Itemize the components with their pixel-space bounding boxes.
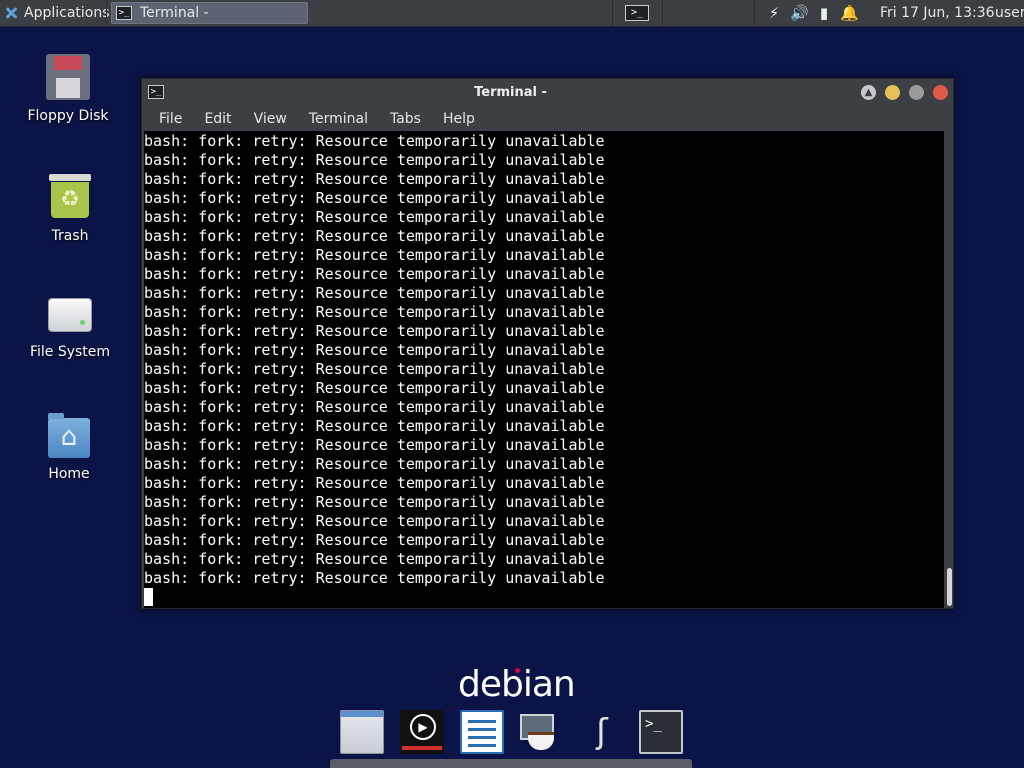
- terminal-line: bash: fork: retry: Resource temporarily …: [144, 379, 605, 397]
- menu-edit[interactable]: Edit: [182, 111, 231, 127]
- panel-separator: [662, 0, 663, 26]
- writer-icon[interactable]: [460, 710, 504, 754]
- desktop-icon-label: File System: [29, 344, 111, 360]
- terminal-line: bash: fork: retry: Resource temporarily …: [144, 417, 605, 435]
- system-tray: ⚡ 🔊 ▮ 🔔: [765, 0, 859, 26]
- terminal-line: bash: fork: retry: Resource temporarily …: [144, 303, 605, 321]
- terminal-icon[interactable]: >_: [639, 710, 683, 754]
- top-panel: Applications >_ Terminal - >_ ⚡ 🔊 ▮ 🔔 Fr…: [0, 0, 1024, 27]
- java-icon[interactable]: [518, 710, 562, 754]
- terminal-line: bash: fork: retry: Resource temporarily …: [144, 208, 605, 226]
- window-titlebar[interactable]: >_ Terminal - ▲: [142, 79, 953, 106]
- debian-logo-dot: [515, 668, 520, 673]
- terminal-line: bash: fork: retry: Resource temporarily …: [144, 360, 605, 378]
- desktop-icon-file-system[interactable]: File System: [15, 290, 125, 360]
- terminal-line: bash: fork: retry: Resource temporarily …: [144, 341, 605, 359]
- home-folder-icon: [48, 413, 90, 458]
- terminal-line: bash: fork: retry: Resource temporarily …: [144, 265, 605, 283]
- menu-file[interactable]: File: [142, 111, 182, 127]
- pin-icon[interactable]: ʃ: [580, 710, 624, 754]
- desktop-icon-trash[interactable]: Trash: [15, 174, 125, 244]
- notification-bell-icon[interactable]: 🔔: [840, 4, 859, 22]
- desktop-icon-home[interactable]: Home: [14, 413, 124, 482]
- terminal-line: bash: fork: retry: Resource temporarily …: [144, 227, 605, 245]
- xfce-logo-icon: [4, 6, 18, 20]
- dock-bar: [330, 759, 692, 768]
- panel-separator: [754, 0, 755, 26]
- menu-view[interactable]: View: [232, 111, 287, 127]
- terminal-line: bash: fork: retry: Resource temporarily …: [144, 474, 605, 492]
- desktop-icon-floppy-disk[interactable]: Floppy Disk: [13, 54, 123, 124]
- shade-button[interactable]: ▲: [861, 85, 876, 100]
- trash-icon: [49, 174, 91, 220]
- clock[interactable]: Fri 17 Jun, 13:36: [880, 0, 995, 26]
- drive-icon: [48, 298, 92, 332]
- applications-menu[interactable]: Applications: [0, 0, 114, 26]
- network-icon[interactable]: ⚡: [765, 4, 783, 22]
- terminal-line: bash: fork: retry: Resource temporarily …: [144, 398, 605, 416]
- terminal-line: bash: fork: retry: Resource temporarily …: [144, 170, 605, 188]
- media-player-icon[interactable]: [400, 710, 444, 754]
- terminal-line: bash: fork: retry: Resource temporarily …: [144, 569, 605, 587]
- menu-help[interactable]: Help: [421, 111, 475, 127]
- applications-label: Applications: [24, 5, 110, 21]
- battery-icon[interactable]: ▮: [815, 4, 833, 22]
- terminal-cursor: [144, 588, 153, 606]
- taskbar-button-terminal[interactable]: >_ Terminal -: [111, 2, 308, 24]
- desktop-icon-label: Home: [48, 466, 90, 482]
- floppy-disk-icon: [46, 54, 90, 100]
- terminal-line: bash: fork: retry: Resource temporarily …: [144, 493, 605, 511]
- terminal-icon: >_: [116, 6, 132, 20]
- terminal-line: bash: fork: retry: Resource temporarily …: [144, 151, 605, 169]
- menu-bar: File Edit View Terminal Tabs Help: [142, 106, 953, 131]
- terminal-icon: >_: [625, 5, 649, 21]
- maximize-button[interactable]: [909, 85, 924, 100]
- desktop-icon-label: Trash: [51, 228, 89, 244]
- close-button[interactable]: [933, 85, 948, 100]
- terminal-line: bash: fork: retry: Resource temporarily …: [144, 512, 605, 530]
- terminal-line: bash: fork: retry: Resource temporarily …: [144, 436, 605, 454]
- terminal-line: bash: fork: retry: Resource temporarily …: [144, 455, 605, 473]
- terminal-line: bash: fork: retry: Resource temporarily …: [144, 132, 605, 150]
- terminal-line: bash: fork: retry: Resource temporarily …: [144, 550, 605, 568]
- volume-icon[interactable]: 🔊: [790, 4, 809, 22]
- file-manager-icon[interactable]: [340, 710, 384, 754]
- menu-terminal[interactable]: Terminal: [287, 111, 368, 127]
- terminal-line: bash: fork: retry: Resource temporarily …: [144, 531, 605, 549]
- terminal-window: >_ Terminal - ▲ File Edit View Terminal …: [141, 78, 954, 609]
- scrollbar-thumb[interactable]: [947, 568, 952, 606]
- terminal-line: bash: fork: retry: Resource temporarily …: [144, 246, 605, 264]
- dock: ʃ >_: [0, 704, 1024, 768]
- terminal-output[interactable]: bash: fork: retry: Resource temporarily …: [144, 131, 944, 608]
- taskbar-button-label: Terminal -: [140, 5, 209, 21]
- menu-tabs[interactable]: Tabs: [368, 111, 421, 127]
- terminal-cursor-line: [144, 588, 605, 607]
- terminal-line: bash: fork: retry: Resource temporarily …: [144, 189, 605, 207]
- minimize-button[interactable]: [885, 85, 900, 100]
- terminal-line: bash: fork: retry: Resource temporarily …: [144, 322, 605, 340]
- desktop-icon-label: Floppy Disk: [27, 108, 109, 124]
- user-menu[interactable]: user: [995, 0, 1024, 26]
- panel-separator: [106, 0, 107, 26]
- workspace-switcher[interactable]: >_: [618, 0, 656, 26]
- terminal-lines: bash: fork: retry: Resource temporarily …: [144, 132, 605, 607]
- scrollbar[interactable]: [945, 131, 953, 608]
- panel-separator: [612, 0, 613, 26]
- terminal-line: bash: fork: retry: Resource temporarily …: [144, 284, 605, 302]
- window-title: Terminal -: [474, 85, 547, 100]
